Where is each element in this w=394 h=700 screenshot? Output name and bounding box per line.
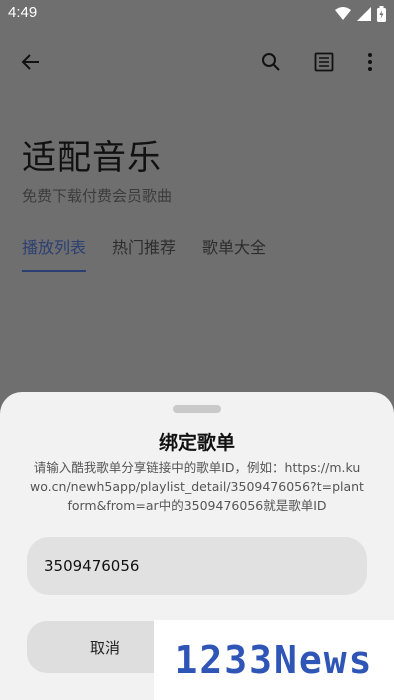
battery-icon: [377, 6, 386, 22]
status-time: 4:49: [8, 4, 38, 21]
back-arrow-icon: [21, 54, 39, 70]
search-icon: [262, 53, 280, 71]
status-icons: [335, 6, 386, 22]
search-button[interactable]: [257, 48, 285, 76]
app-subtitle: 免费下载付费会员歌曲: [22, 187, 173, 205]
watermark-text: 1233News: [174, 638, 374, 682]
back-button[interactable]: [17, 48, 45, 76]
top-toolbar: [0, 40, 394, 84]
tab-playlist-collection[interactable]: 歌单大全: [202, 234, 266, 272]
sheet-description: 请输入酷我歌单分享链接中的歌单ID，例如：https://m.kuwo.cn/n…: [30, 460, 364, 513]
wifi-icon: [335, 7, 351, 20]
sheet-drag-handle[interactable]: [173, 405, 221, 413]
watermark-logo: 1233News: [154, 620, 394, 700]
tab-hot-recommend[interactable]: 热门推荐: [112, 234, 176, 272]
tab-playlist[interactable]: 播放列表: [22, 234, 87, 272]
tab-bar: 播放列表 热门推荐 歌单大全: [22, 234, 266, 272]
more-vert-icon: [368, 53, 372, 71]
signal-icon: [357, 7, 371, 21]
app-title: 适配音乐: [22, 138, 162, 178]
list-button[interactable]: [310, 48, 338, 76]
list-icon: [314, 52, 334, 72]
sheet-title: 绑定歌单: [158, 432, 235, 454]
playlist-id-input[interactable]: 3509476056: [27, 537, 367, 595]
more-button[interactable]: [356, 48, 384, 76]
hero-section: 适配音乐 免费下载付费会员歌曲: [22, 130, 172, 206]
status-bar: 4:49: [0, 0, 394, 28]
